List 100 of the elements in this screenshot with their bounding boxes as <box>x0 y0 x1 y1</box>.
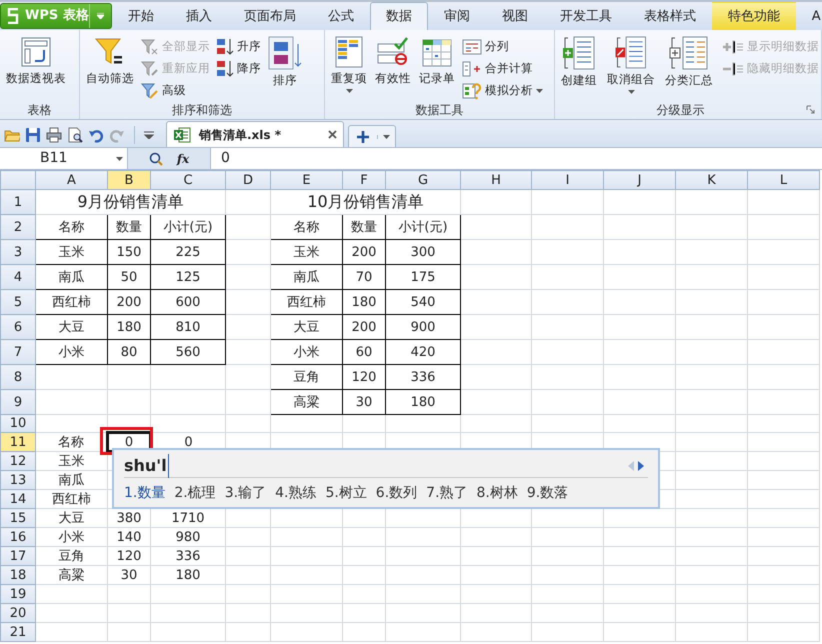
table-cell[interactable]: 名称 <box>36 214 108 240</box>
row-header[interactable]: 9 <box>0 390 36 414</box>
row-header[interactable]: 18 <box>0 566 36 584</box>
ribbon-button[interactable]: 模拟分析 <box>461 80 544 101</box>
table-cell[interactable]: 180 <box>108 314 150 340</box>
row-header[interactable]: 21 <box>0 622 36 642</box>
ribbon-tab[interactable]: 审阅 <box>428 2 486 30</box>
ribbon-button[interactable]: 升序 <box>215 36 262 57</box>
table-cell[interactable]: 540 <box>386 290 460 314</box>
column-header[interactable]: H <box>460 170 532 190</box>
table-cell[interactable]: 200 <box>108 290 150 314</box>
ribbon-tab[interactable]: 开始 <box>112 2 170 30</box>
table-cell[interactable]: 玉米 <box>36 240 108 264</box>
toolbar-button[interactable] <box>46 127 62 143</box>
column-header[interactable]: D <box>226 170 270 190</box>
ribbon-button[interactable]: 分列 <box>461 36 544 57</box>
table-cell[interactable]: 70 <box>342 264 386 290</box>
table-cell[interactable]: 玉米 <box>270 240 342 264</box>
table-cell[interactable]: 80 <box>108 340 150 364</box>
ribbon-button[interactable]: 重复项 <box>329 34 369 96</box>
table-cell[interactable]: 60 <box>342 340 386 364</box>
table-cell[interactable]: 大豆 <box>36 508 108 528</box>
table-cell[interactable]: 50 <box>108 264 150 290</box>
ribbon-button[interactable]: 排序 <box>266 34 304 96</box>
column-header[interactable]: A <box>36 170 108 190</box>
next-page-icon[interactable] <box>638 460 644 470</box>
table-cell[interactable]: 大豆 <box>270 314 342 340</box>
table-cell[interactable]: 数量 <box>342 214 386 240</box>
ribbon-button[interactable]: 合并计算 <box>461 58 544 79</box>
row-header[interactable]: 2 <box>0 214 36 240</box>
row-header[interactable]: 7 <box>0 340 36 364</box>
caret-icon[interactable] <box>116 156 123 160</box>
table-cell[interactable]: 高粱 <box>270 390 342 414</box>
row-header[interactable]: 17 <box>0 546 36 566</box>
table-cell[interactable]: 名称 <box>270 214 342 240</box>
dialog-launcher-icon[interactable] <box>806 105 815 114</box>
ime-candidate[interactable]: 1.数量 <box>124 483 166 504</box>
ribbon-tab[interactable]: 视图 <box>486 2 544 30</box>
row-header[interactable]: 13 <box>0 470 36 490</box>
sheet-title[interactable]: 10月份销售清单 <box>270 190 460 214</box>
table-cell[interactable]: 980 <box>150 528 226 546</box>
table-cell[interactable]: 180 <box>150 566 226 584</box>
table-cell[interactable]: 300 <box>386 240 460 264</box>
ribbon-button[interactable]: 高级 <box>140 80 211 101</box>
column-header[interactable]: B <box>108 170 150 190</box>
caret-icon[interactable] <box>628 90 634 94</box>
ribbon-tab[interactable]: 页面布局 <box>228 2 312 30</box>
row-header[interactable]: 1 <box>0 190 36 214</box>
table-cell[interactable]: 小计(元) <box>386 214 460 240</box>
table-cell[interactable]: 810 <box>150 314 226 340</box>
column-header[interactable]: E <box>270 170 342 190</box>
table-cell[interactable]: 小计(元) <box>150 214 226 240</box>
ribbon-button[interactable]: 记录单 <box>417 34 457 96</box>
table-cell[interactable]: 225 <box>150 240 226 264</box>
row-header[interactable]: 19 <box>0 584 36 604</box>
caret-icon[interactable] <box>383 134 390 138</box>
ribbon-button[interactable]: 自动筛选 <box>84 34 136 96</box>
ribbon-tab[interactable]: 数据 <box>370 2 428 30</box>
ime-candidate[interactable]: 7.熟了 <box>426 483 468 504</box>
ribbon-button[interactable]: 创建组 <box>559 34 599 96</box>
table-cell[interactable]: 180 <box>386 390 460 414</box>
row-header[interactable]: 5 <box>0 290 36 314</box>
table-cell[interactable]: 200 <box>342 240 386 264</box>
formula-field[interactable]: 0 <box>211 148 822 169</box>
column-header[interactable]: J <box>604 170 676 190</box>
table-cell[interactable]: 数量 <box>108 214 150 240</box>
table-cell[interactable]: 200 <box>342 314 386 340</box>
ribbon-button[interactable]: 数据透视表 <box>4 34 68 96</box>
ribbon-tab[interactable]: 公式 <box>312 2 370 30</box>
row-header[interactable]: 4 <box>0 264 36 290</box>
table-cell[interactable]: 大豆 <box>36 314 108 340</box>
caret-icon[interactable] <box>346 89 352 94</box>
table-cell[interactable]: 豆角 <box>270 364 342 390</box>
search-icon[interactable] <box>148 152 163 166</box>
ime-candidate[interactable]: 9.数落 <box>526 483 568 504</box>
table-cell[interactable]: 西红柿 <box>36 290 108 314</box>
table-cell[interactable]: 120 <box>342 364 386 390</box>
column-header[interactable]: C <box>150 170 226 190</box>
table-cell[interactable]: 西红柿 <box>270 290 342 314</box>
ime-candidate[interactable]: 6.数列 <box>376 483 418 504</box>
table-cell[interactable]: 125 <box>150 264 226 290</box>
table-cell[interactable]: 名称 <box>36 432 108 452</box>
ribbon-tab[interactable]: 开发工具 <box>544 2 628 30</box>
ime-candidate[interactable]: 4.熟练 <box>275 483 316 504</box>
row-header[interactable]: 20 <box>0 604 36 622</box>
row-header[interactable]: 10 <box>0 414 36 432</box>
row-header[interactable]: 15 <box>0 508 36 528</box>
table-cell[interactable]: 140 <box>108 528 150 546</box>
table-cell[interactable]: 336 <box>386 364 460 390</box>
column-header[interactable]: I <box>532 170 604 190</box>
table-cell[interactable]: 小米 <box>36 528 108 546</box>
customize-caret-icon[interactable] <box>144 131 154 139</box>
caret-icon[interactable] <box>536 88 543 92</box>
table-cell[interactable]: 900 <box>386 314 460 340</box>
table-cell[interactable]: 30 <box>342 390 386 414</box>
table-cell[interactable]: 560 <box>150 340 226 364</box>
table-cell[interactable]: 豆角 <box>36 546 108 566</box>
column-header[interactable]: F <box>342 170 386 190</box>
table-cell[interactable]: 玉米 <box>36 452 108 470</box>
ribbon-button[interactable]: 有效性 <box>373 34 413 96</box>
